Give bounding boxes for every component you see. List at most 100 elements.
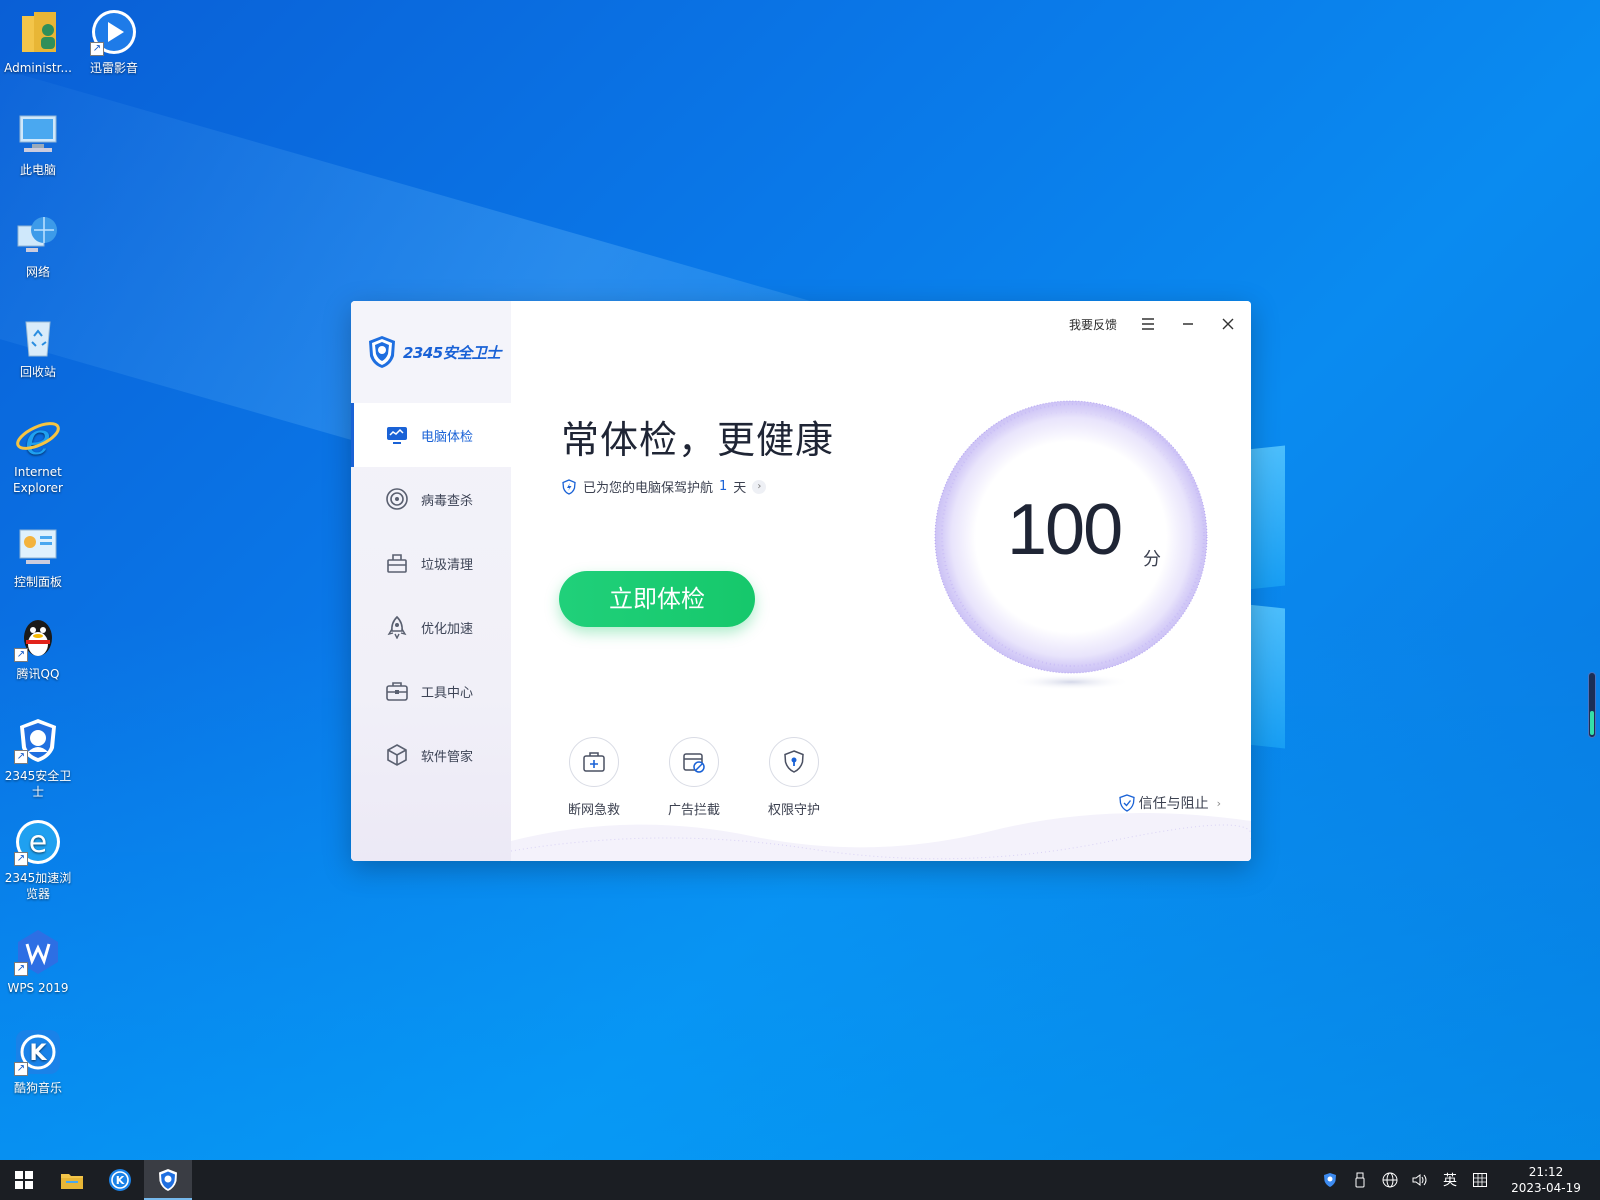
nav-item-tools-center[interactable]: 工具中心	[351, 659, 511, 723]
app-logo: 2345安全卫士	[351, 301, 511, 403]
app-window-2345-guard: 2345安全卫士 电脑体检 病毒查杀 垃圾清理 优化加速 工具中心 软件管家 我…	[351, 301, 1251, 861]
ad-block-icon	[683, 753, 705, 773]
tool-label: 广告拦截	[667, 803, 720, 818]
close-button[interactable]	[1219, 315, 1237, 333]
minimize-button[interactable]	[1179, 315, 1197, 333]
folder-icon	[61, 1174, 83, 1189]
system-tray: 英 21:12 2023-04-19	[1320, 1160, 1586, 1200]
desktop-icon-this-pc[interactable]: 此电脑	[0, 110, 76, 178]
volume-icon[interactable]	[1410, 1170, 1430, 1190]
trash-bag-icon	[385, 551, 409, 575]
protection-days[interactable]: 已为您的电脑保驾护航 1 天 ›	[561, 477, 767, 496]
desktop-icon-xunlei[interactable]: ↗ 迅雷影音	[76, 8, 152, 76]
first-aid-icon	[583, 752, 605, 772]
nav-item-junk-clean[interactable]: 垃圾清理	[351, 531, 511, 595]
shield-logo-icon	[369, 336, 395, 368]
nav-item-label: 工具中心	[421, 685, 474, 701]
svg-text:K: K	[116, 1174, 125, 1187]
protection-days-count: 1	[719, 479, 728, 494]
shield-lock-icon	[784, 750, 804, 773]
taskbar-file-explorer[interactable]	[48, 1160, 96, 1200]
2345-guard-icon	[159, 1169, 177, 1191]
chevron-right-icon: ›	[1216, 796, 1221, 810]
tool-label: 断网急救	[567, 803, 620, 818]
health-score: 100 分	[931, 397, 1211, 690]
nav-item-label: 病毒查杀	[421, 493, 474, 509]
svg-text:K: K	[29, 1041, 47, 1066]
minimize-icon	[1183, 323, 1193, 325]
svg-text:e: e	[25, 414, 51, 460]
scan-now-button[interactable]: 立即体检	[559, 571, 755, 627]
nav-item-virus-scan[interactable]: 病毒查杀	[351, 467, 511, 531]
qq-icon: ↗	[14, 614, 62, 662]
close-icon	[1222, 318, 1234, 330]
ie-icon: e	[14, 412, 62, 465]
monitor-icon	[385, 423, 409, 447]
ime-indicator[interactable]: 英	[1440, 1170, 1460, 1190]
network-globe-icon[interactable]	[1380, 1170, 1400, 1190]
recycle-bin-icon	[14, 312, 62, 360]
desktop-icons: Administr... ↗ 迅雷影音 此电脑 网络 回收站 e Interne…	[0, 0, 150, 1160]
taskbar-kugou[interactable]: K	[96, 1160, 144, 1200]
protection-text: 已为您的电脑保驾护航	[583, 481, 714, 496]
network-icon	[14, 212, 62, 260]
2345-guard-icon: ↗	[14, 716, 62, 764]
tray-2345-shield-icon[interactable]	[1320, 1170, 1340, 1190]
desktop-icon-administrator[interactable]: Administr...	[0, 8, 76, 76]
wps-icon: ↗	[14, 928, 62, 976]
window-controls: 我要反馈	[1069, 315, 1237, 333]
desktop-icon-ie[interactable]: e Internet Explorer	[0, 412, 76, 496]
edge-widget[interactable]	[1588, 672, 1596, 738]
tool-label: 权限守护	[767, 803, 820, 818]
clock-date: 2023-04-19	[1511, 1181, 1581, 1195]
feedback-link[interactable]: 我要反馈	[1069, 316, 1117, 333]
usb-icon[interactable]	[1350, 1170, 1370, 1190]
nav-item-label: 垃圾清理	[421, 557, 474, 573]
nav-item-optimize[interactable]: 优化加速	[351, 595, 511, 659]
user-folder-icon	[14, 8, 62, 56]
nav-item-label: 优化加速	[421, 621, 474, 637]
hamburger-icon	[1142, 318, 1154, 330]
tool-network-rescue[interactable]: 断网急救	[555, 737, 633, 818]
clock-time: 21:12	[1528, 1165, 1564, 1179]
chevron-right-icon: ›	[752, 479, 767, 494]
taskbar-2345-guard[interactable]	[144, 1160, 192, 1200]
nav-item-pc-checkup[interactable]: 电脑体检	[351, 403, 511, 467]
sidebar-nav: 电脑体检 病毒查杀 垃圾清理 优化加速 工具中心 软件管家	[351, 403, 511, 787]
nav-item-software-manager[interactable]: 软件管家	[351, 723, 511, 787]
desktop-icon-2345-guard[interactable]: ↗ 2345安全卫士	[0, 716, 76, 800]
shield-check-icon	[1118, 794, 1135, 812]
computer-icon	[14, 110, 62, 158]
svg-text:e: e	[29, 825, 47, 860]
trust-and-block-link[interactable]: 信任与阻止 ›	[1118, 793, 1221, 813]
nav-item-label: 软件管家	[421, 749, 474, 765]
package-icon	[385, 743, 409, 767]
rocket-icon	[385, 615, 409, 639]
control-panel-icon	[14, 522, 62, 570]
logo-text: 2345安全卫士	[403, 343, 501, 362]
desktop-icon-network[interactable]: 网络	[0, 212, 76, 280]
trust-label: 信任与阻止	[1138, 796, 1209, 812]
score-value: 100	[1007, 490, 1123, 570]
clock[interactable]: 21:12 2023-04-19	[1506, 1164, 1586, 1196]
headline: 常体检，更健康	[561, 418, 835, 462]
desktop-icon-qq[interactable]: ↗ 腾讯QQ	[0, 614, 76, 682]
taskbar: K 英 21:12 2023-04-19	[0, 1160, 1600, 1200]
quick-tools: 断网急救 广告拦截 权限守护	[555, 737, 833, 818]
start-button[interactable]	[0, 1160, 48, 1200]
desktop-icon-2345-browser[interactable]: e ↗ 2345加速浏览器	[0, 818, 76, 902]
desktop-icon-kugou[interactable]: K ↗ 酷狗音乐	[0, 1028, 76, 1096]
nav-item-label: 电脑体检	[421, 429, 474, 445]
tool-ad-block[interactable]: 广告拦截	[655, 737, 733, 818]
2345-browser-icon: e ↗	[14, 818, 62, 866]
target-icon	[385, 487, 409, 511]
kugou-icon: K ↗	[14, 1028, 62, 1076]
protection-days-unit: 天	[733, 481, 747, 496]
ime-grid-icon[interactable]	[1470, 1170, 1490, 1190]
desktop-icon-control-panel[interactable]: 控制面板	[0, 522, 76, 590]
tool-permission-guard[interactable]: 权限守护	[755, 737, 833, 818]
windows-start-icon	[15, 1171, 33, 1189]
desktop-icon-wps[interactable]: ↗ WPS 2019	[0, 928, 76, 996]
menu-button[interactable]	[1139, 315, 1157, 333]
desktop-icon-recycle-bin[interactable]: 回收站	[0, 312, 76, 380]
